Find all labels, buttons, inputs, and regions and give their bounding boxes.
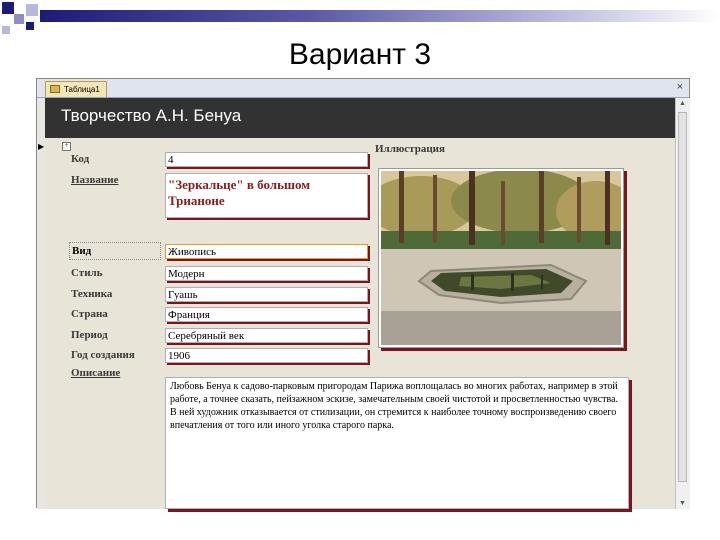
vertical-scrollbar[interactable]: ▲ ▼ bbox=[675, 98, 690, 509]
access-window: Таблица1 × Творчество А.Н. Бенуа ▶ + Код… bbox=[36, 78, 690, 509]
year-field[interactable]: 1906 bbox=[165, 348, 368, 363]
kind-field[interactable]: Живопись bbox=[165, 244, 368, 259]
label-technique: Техника bbox=[71, 288, 113, 300]
current-record-arrow-icon: ▶ bbox=[38, 142, 45, 151]
name-field[interactable]: "Зеркальце" в большом Трианоне bbox=[165, 173, 368, 218]
label-kind: Вид bbox=[69, 242, 161, 260]
tab-table1[interactable]: Таблица1 bbox=[45, 81, 107, 97]
scroll-up-icon[interactable]: ▲ bbox=[679, 100, 686, 107]
period-field[interactable]: Серебряный век bbox=[165, 328, 368, 343]
deco-square bbox=[2, 2, 14, 14]
form-body: Творчество А.Н. Бенуа ▶ + Код 4 Название… bbox=[38, 98, 675, 509]
deco-square bbox=[26, 22, 34, 30]
style-field[interactable]: Модерн bbox=[165, 266, 368, 281]
label-name: Название bbox=[71, 174, 119, 186]
form-header: Творчество А.Н. Бенуа bbox=[45, 98, 675, 138]
scrollbar-thumb[interactable] bbox=[678, 112, 687, 482]
form-title: Творчество А.Н. Бенуа bbox=[61, 106, 242, 125]
label-description: Описание bbox=[71, 367, 121, 379]
country-field[interactable]: Франция bbox=[165, 307, 368, 322]
label-country: Страна bbox=[71, 308, 108, 320]
tab-label: Таблица1 bbox=[64, 85, 100, 94]
description-field[interactable]: Любовь Бенуа к садово-парковым пригорода… bbox=[165, 377, 629, 509]
label-style: Стиль bbox=[71, 267, 103, 279]
code-field[interactable]: 4 bbox=[165, 152, 368, 167]
table-icon bbox=[50, 85, 60, 93]
expand-icon[interactable]: + bbox=[62, 142, 71, 151]
deco-square bbox=[26, 4, 38, 16]
label-year: Год создания bbox=[71, 349, 135, 361]
header-gradient-bar bbox=[40, 10, 720, 22]
slide-title: Вариант 3 bbox=[288, 38, 432, 71]
document-tabstrip: Таблица1 × bbox=[37, 79, 689, 98]
deco-square bbox=[14, 14, 24, 24]
painting-image bbox=[381, 171, 621, 345]
technique-field[interactable]: Гуашь bbox=[165, 287, 368, 302]
illustration-label: Иллюстрация bbox=[375, 143, 445, 155]
scroll-down-icon[interactable]: ▼ bbox=[679, 500, 686, 507]
label-code: Код bbox=[71, 153, 90, 165]
illustration-frame[interactable] bbox=[378, 168, 624, 348]
deco-square bbox=[2, 26, 10, 34]
close-icon[interactable]: × bbox=[677, 81, 683, 93]
label-period: Период bbox=[71, 329, 108, 341]
